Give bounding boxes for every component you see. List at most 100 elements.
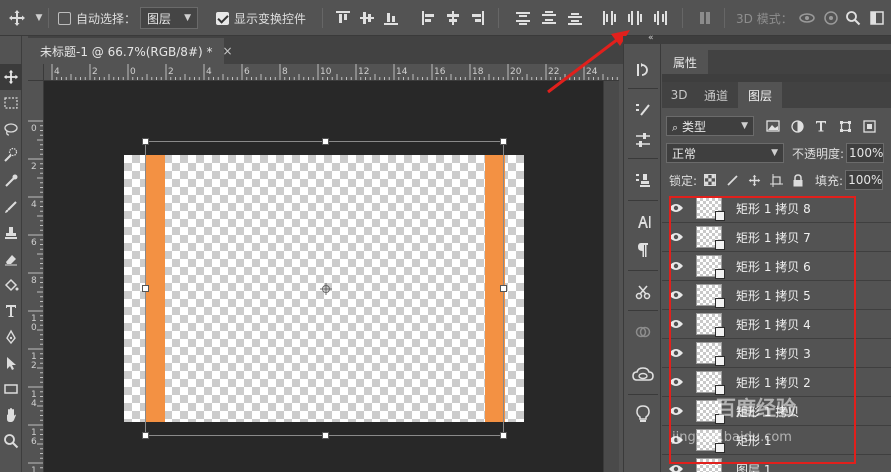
visibility-eye-icon[interactable] (662, 252, 690, 281)
clone-source-icon[interactable] (624, 166, 662, 194)
fill-input[interactable]: 100% (845, 170, 884, 190)
visibility-eye-icon[interactable] (662, 194, 690, 223)
distribute-right-edges-icon[interactable] (650, 7, 672, 29)
reference-point-icon[interactable] (320, 283, 332, 295)
paint-bucket-tool-icon[interactable] (0, 272, 22, 298)
visibility-eye-icon[interactable] (662, 455, 690, 472)
tab-3d[interactable]: 3D (662, 82, 696, 108)
3d-orbit-icon[interactable] (796, 7, 818, 29)
eraser-tool-icon[interactable] (0, 246, 22, 272)
filter-type-icon[interactable] (814, 119, 828, 133)
collapse-panels-icon[interactable]: « (648, 33, 654, 43)
filter-kind-dropdown[interactable]: ⌕ 类型 ▼ (666, 116, 754, 136)
filter-smart-object-icon[interactable] (862, 119, 876, 133)
align-vertical-centers-icon[interactable] (356, 7, 378, 29)
align-right-edges-icon[interactable] (466, 7, 488, 29)
adjustments-sliders-icon[interactable] (624, 126, 662, 154)
auto-select-checkbox[interactable] (56, 0, 72, 36)
transform-handle-top-right[interactable] (500, 138, 507, 145)
transform-bounding-box[interactable] (142, 138, 507, 439)
layer-name[interactable]: 矩形 1 拷贝 2 (736, 374, 811, 391)
lock-transparent-pixels-icon[interactable] (703, 173, 717, 187)
visibility-eye-icon[interactable] (662, 310, 690, 339)
transform-handle-top-center[interactable] (322, 138, 329, 145)
search-icon[interactable] (842, 7, 864, 29)
paragraph-icon[interactable] (624, 236, 662, 264)
filter-pixel-icon[interactable] (766, 119, 780, 133)
tab-channels[interactable]: 通道 (696, 82, 736, 108)
visibility-eye-icon[interactable] (662, 368, 690, 397)
marquee-tool-icon[interactable] (0, 90, 22, 116)
pen-tool-icon[interactable] (0, 324, 22, 350)
show-transform-checkbox[interactable] (214, 0, 230, 36)
brush-presets-icon[interactable] (624, 96, 662, 124)
distribute-top-edges-icon[interactable] (512, 7, 534, 29)
auto-select-target-dropdown[interactable]: 图层 ▼ (140, 0, 198, 36)
clone-stamp-tool-icon[interactable] (0, 220, 22, 246)
visibility-eye-icon[interactable] (662, 281, 690, 310)
rectangle-tool-icon[interactable] (0, 376, 22, 402)
layer-name[interactable]: 矩形 1 拷贝 8 (736, 200, 811, 217)
horizontal-ruler[interactable]: 42024681012141618202224262830 (44, 64, 619, 81)
creative-cloud-icon[interactable] (624, 360, 662, 388)
character-icon[interactable] (624, 208, 662, 236)
layer-name[interactable]: 矩形 1 拷贝 4 (736, 316, 811, 333)
visibility-eye-icon[interactable] (662, 397, 690, 426)
workspace-switcher-icon[interactable] (866, 7, 888, 29)
layer-name[interactable]: 矩形 1 拷贝 3 (736, 345, 811, 362)
align-bottom-edges-icon[interactable] (380, 7, 402, 29)
layer-row-copy-4[interactable]: 矩形 1 拷贝 4 (662, 310, 891, 339)
lock-image-pixels-icon[interactable] (725, 173, 739, 187)
document-tab[interactable]: 未标题-1 @ 66.7%(RGB/8#) * × (28, 38, 233, 64)
3d-roll-icon[interactable] (820, 7, 842, 29)
eyedropper-tool-icon[interactable] (0, 168, 22, 194)
tool-presets-icon[interactable] (624, 278, 662, 306)
align-top-edges-icon[interactable] (332, 7, 354, 29)
layer-row-copy-6[interactable]: 矩形 1 拷贝 6 (662, 252, 891, 281)
chevron-down-icon[interactable]: ▼ (30, 0, 43, 36)
brush-tool-icon[interactable] (0, 194, 22, 220)
move-tool-preset-icon[interactable] (6, 0, 28, 36)
transform-handle-bottom-center[interactable] (322, 432, 329, 439)
history-icon[interactable] (624, 56, 662, 84)
transform-handle-bottom-left[interactable] (142, 432, 149, 439)
panel-collapse-bar[interactable]: « (623, 33, 891, 44)
lock-all-icon[interactable] (791, 173, 805, 187)
filter-adjustment-icon[interactable] (790, 119, 804, 133)
blend-mode-dropdown[interactable]: 正常 ▼ (666, 143, 784, 163)
layer-row-copy-3[interactable]: 矩形 1 拷贝 3 (662, 339, 891, 368)
lasso-tool-icon[interactable] (0, 116, 22, 142)
layer-name[interactable]: 矩形 1 拷贝 6 (736, 258, 811, 275)
zoom-tool-icon[interactable] (0, 428, 22, 454)
layer-name[interactable]: 矩形 1 拷贝 5 (736, 287, 811, 304)
transform-handle-bottom-right[interactable] (500, 432, 507, 439)
close-icon[interactable]: × (223, 44, 233, 58)
layer-row-copy-8[interactable]: 矩形 1 拷贝 8 (662, 194, 891, 223)
layer-name[interactable]: 图层 1 (736, 461, 771, 472)
learn-lightbulb-icon[interactable] (624, 400, 662, 428)
opacity-input[interactable]: 100% (846, 143, 885, 163)
layer-row-layer-1[interactable]: 图层 1 (662, 455, 891, 472)
libraries-icon[interactable] (624, 318, 662, 346)
transform-handle-top-left[interactable] (142, 138, 149, 145)
align-left-edges-icon[interactable] (418, 7, 440, 29)
move-tool-icon[interactable] (0, 64, 22, 90)
align-horizontal-centers-icon[interactable] (442, 7, 464, 29)
tab-properties[interactable]: 属性 (662, 50, 708, 74)
type-tool-icon[interactable] (0, 298, 22, 324)
transform-handle-middle-left[interactable] (142, 285, 149, 292)
auto-align-layers-icon[interactable] (694, 7, 716, 29)
vertical-scrollbar[interactable] (603, 81, 619, 472)
tab-layers[interactable]: 图层 (738, 82, 782, 108)
layer-row-copy-5[interactable]: 矩形 1 拷贝 5 (662, 281, 891, 310)
lock-artboard-icon[interactable] (769, 173, 783, 187)
ruler-origin[interactable] (28, 64, 44, 81)
layer-row-copy-7[interactable]: 矩形 1 拷贝 7 (662, 223, 891, 252)
quick-selection-tool-icon[interactable] (0, 142, 22, 168)
transform-handle-middle-right[interactable] (500, 285, 507, 292)
visibility-eye-icon[interactable] (662, 223, 690, 252)
layer-name[interactable]: 矩形 1 拷贝 7 (736, 229, 811, 246)
vertical-ruler[interactable]: 024681012141618 (28, 81, 44, 472)
lock-position-icon[interactable] (747, 173, 761, 187)
hand-tool-icon[interactable] (0, 402, 22, 428)
